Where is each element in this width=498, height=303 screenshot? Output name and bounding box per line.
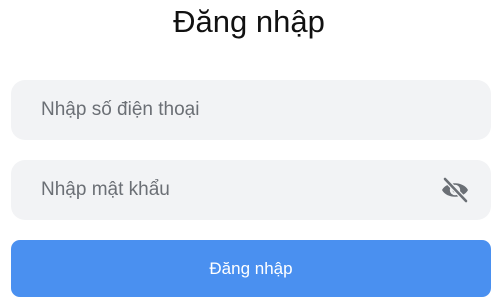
password-input[interactable] bbox=[11, 160, 491, 220]
phone-field-container bbox=[11, 80, 491, 140]
login-form: Đăng nhập Đăng nhập bbox=[0, 0, 498, 303]
password-field-container bbox=[11, 160, 491, 220]
eye-slash-icon[interactable] bbox=[440, 177, 470, 203]
page-title: Đăng nhập bbox=[173, 4, 325, 39]
phone-input[interactable] bbox=[11, 80, 491, 140]
login-button[interactable]: Đăng nhập bbox=[11, 240, 491, 297]
